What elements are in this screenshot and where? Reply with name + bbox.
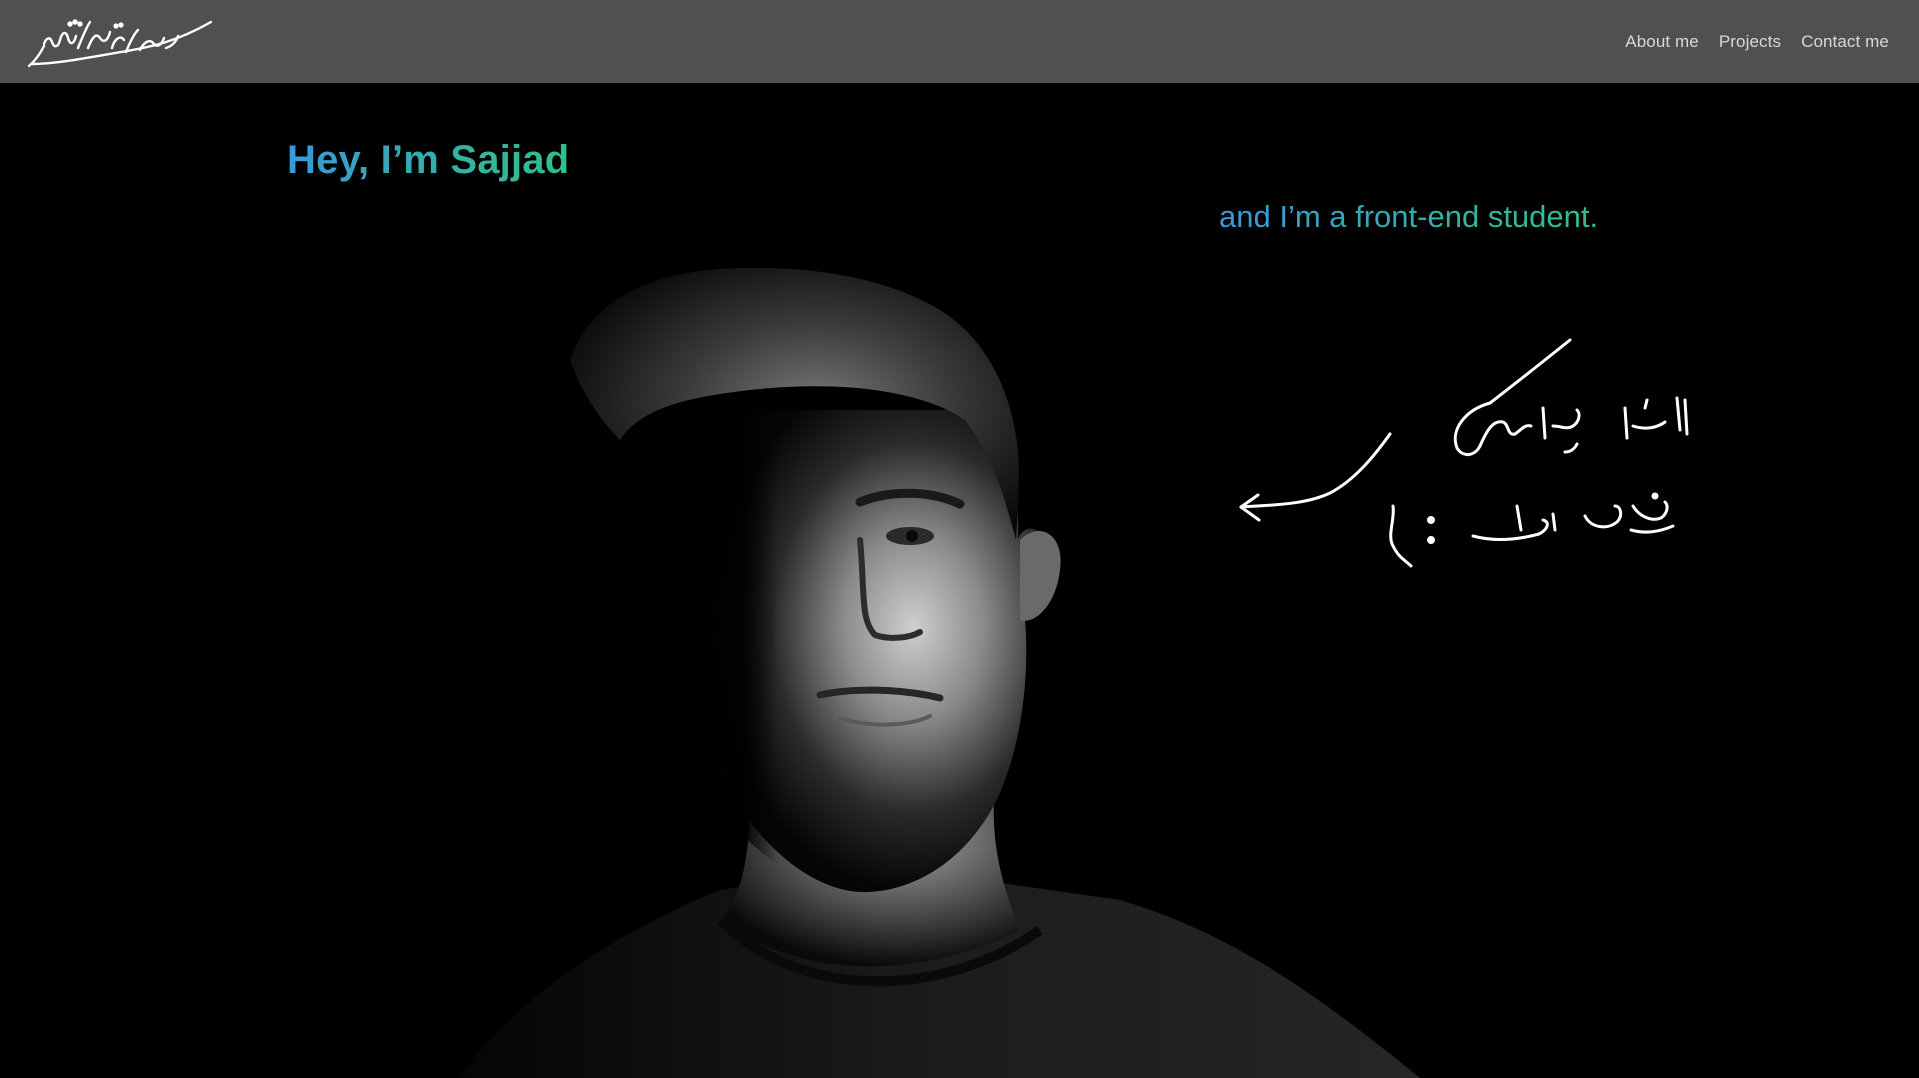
- main-nav: About me Projects Contact me: [1625, 0, 1889, 83]
- navbar: About me Projects Contact me: [0, 0, 1919, 83]
- page: About me Projects Contact me Hey, I’m Sa…: [0, 0, 1919, 1078]
- nav-contact-me[interactable]: Contact me: [1801, 32, 1889, 52]
- hero-title: Hey, I’m Sajjad: [287, 138, 570, 182]
- signature-logo[interactable]: [26, 8, 216, 74]
- handwritten-note: [1225, 330, 1745, 610]
- nav-projects[interactable]: Projects: [1719, 32, 1781, 52]
- nav-about-me[interactable]: About me: [1625, 32, 1699, 52]
- handwritten-note-drawing: [1239, 338, 1689, 568]
- arrow-left-icon: [1239, 432, 1392, 522]
- signature-logo-icon: [27, 19, 213, 68]
- hero-subtitle: and I’m a front-end student.: [1219, 199, 1599, 234]
